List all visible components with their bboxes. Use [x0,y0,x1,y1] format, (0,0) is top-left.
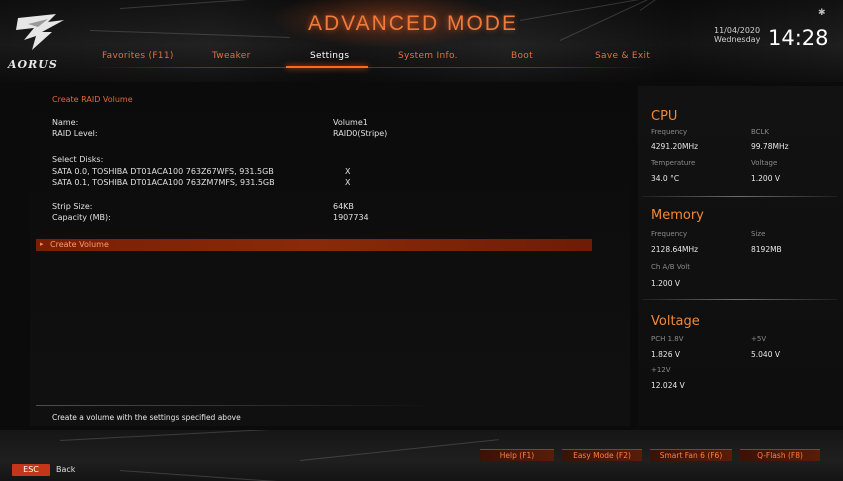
plus5v-label: +5V [751,335,767,343]
decor-scratch [639,0,715,11]
ch-ab-volt-value: 1.200 V [651,279,680,288]
strip-size-value[interactable]: 64KB [333,202,354,211]
eagle-icon [16,14,64,50]
capacity-label: Capacity (MB): [52,213,111,222]
plus5v-value: 5.040 V [751,350,780,359]
date-display: 11/04/2020 Wednesday [714,26,760,44]
pch-label: PCH 1.8V [651,335,684,343]
back-label[interactable]: Back [56,465,75,474]
disk-1-label: SATA 0.0, TOSHIBA DT01ACA100 763Z67WFS, … [52,167,274,176]
section-title: Create RAID Volume [52,95,133,104]
memory-title: Memory [651,208,704,223]
cpu-frequency-value: 4291.20MHz [651,142,699,151]
memory-divider [642,299,837,300]
tab-divider [90,67,650,68]
voltage-title: Voltage [651,314,700,329]
raid-level-label: RAID Level: [52,129,98,138]
bullet-icon: ▸ [40,240,44,248]
ch-ab-volt-label: Ch A/B Volt [651,263,690,271]
qflash-button[interactable]: Q-Flash (F8) [740,449,820,461]
help-text: Create a volume with the settings specif… [52,413,241,422]
name-label: Name: [52,118,79,127]
help-button[interactable]: Help (F1) [480,449,554,461]
cpu-frequency-label: Frequency [651,128,688,136]
disk-2-select[interactable]: X [345,178,350,187]
cpu-voltage-value: 1.200 V [751,174,780,183]
smart-fan-button[interactable]: Smart Fan 6 (F6) [650,449,732,461]
raid-level-value[interactable]: RAID0(Stripe) [333,129,387,138]
tab-tweaker[interactable]: Tweaker [212,51,251,61]
strip-size-label: Strip Size: [52,202,93,211]
decor-scratch [299,439,499,461]
gear-icon[interactable]: ✱ [818,8,826,18]
cpu-voltage-label: Voltage [751,159,778,167]
clock-display: 14:28 [768,26,829,50]
decor-scratch [559,0,669,41]
disk-1-select[interactable]: X [345,167,350,176]
hardware-monitor-panel [638,86,843,426]
pch-value: 1.826 V [651,350,680,359]
memory-frequency-value: 2128.64MHz [651,245,699,254]
decor-scratch [119,470,280,481]
tab-settings[interactable]: Settings [310,51,349,61]
name-value[interactable]: Volume1 [333,118,368,127]
plus12v-label: +12V [651,366,671,374]
cpu-temperature-label: Temperature [651,159,696,167]
bclk-value: 99.78MHz [751,142,789,151]
page-title: ADVANCED MODE [308,12,518,35]
tab-save-exit[interactable]: Save & Exit [595,51,650,61]
plus12v-value: 12.024 V [651,381,685,390]
main-panel [30,86,630,426]
create-volume-item[interactable]: ▸ Create Volume [36,239,592,251]
decor-scratch [519,0,688,21]
weekday-text: Wednesday [714,35,761,44]
tab-boot[interactable]: Boot [511,51,533,61]
decor-scratch [119,0,260,9]
memory-size-value: 8192MB [751,245,782,254]
decor-scratch [59,430,320,441]
date-text: 11/04/2020 [714,26,761,35]
cpu-temperature-value: 34.0 °C [651,174,680,183]
create-volume-label: Create Volume [50,240,109,249]
easy-mode-button[interactable]: Easy Mode (F2) [562,449,642,461]
decor-scratch [89,30,290,38]
active-tab-indicator [286,66,368,68]
memory-frequency-label: Frequency [651,230,688,238]
esc-key-badge[interactable]: ESC [12,464,50,476]
tab-favorites[interactable]: Favorites (F11) [102,51,174,61]
select-disks-label: Select Disks: [52,155,104,164]
help-divider [36,405,436,406]
bclk-label: BCLK [751,128,770,136]
disk-2-label: SATA 0.1, TOSHIBA DT01ACA100 763ZM7MFS, … [52,178,275,187]
cpu-title: CPU [651,109,678,124]
capacity-value[interactable]: 1907734 [333,213,369,222]
cpu-divider [642,196,837,197]
memory-size-label: Size [751,230,766,238]
brand-label: AORUS [8,58,58,71]
tab-system-info[interactable]: System Info. [398,51,458,61]
